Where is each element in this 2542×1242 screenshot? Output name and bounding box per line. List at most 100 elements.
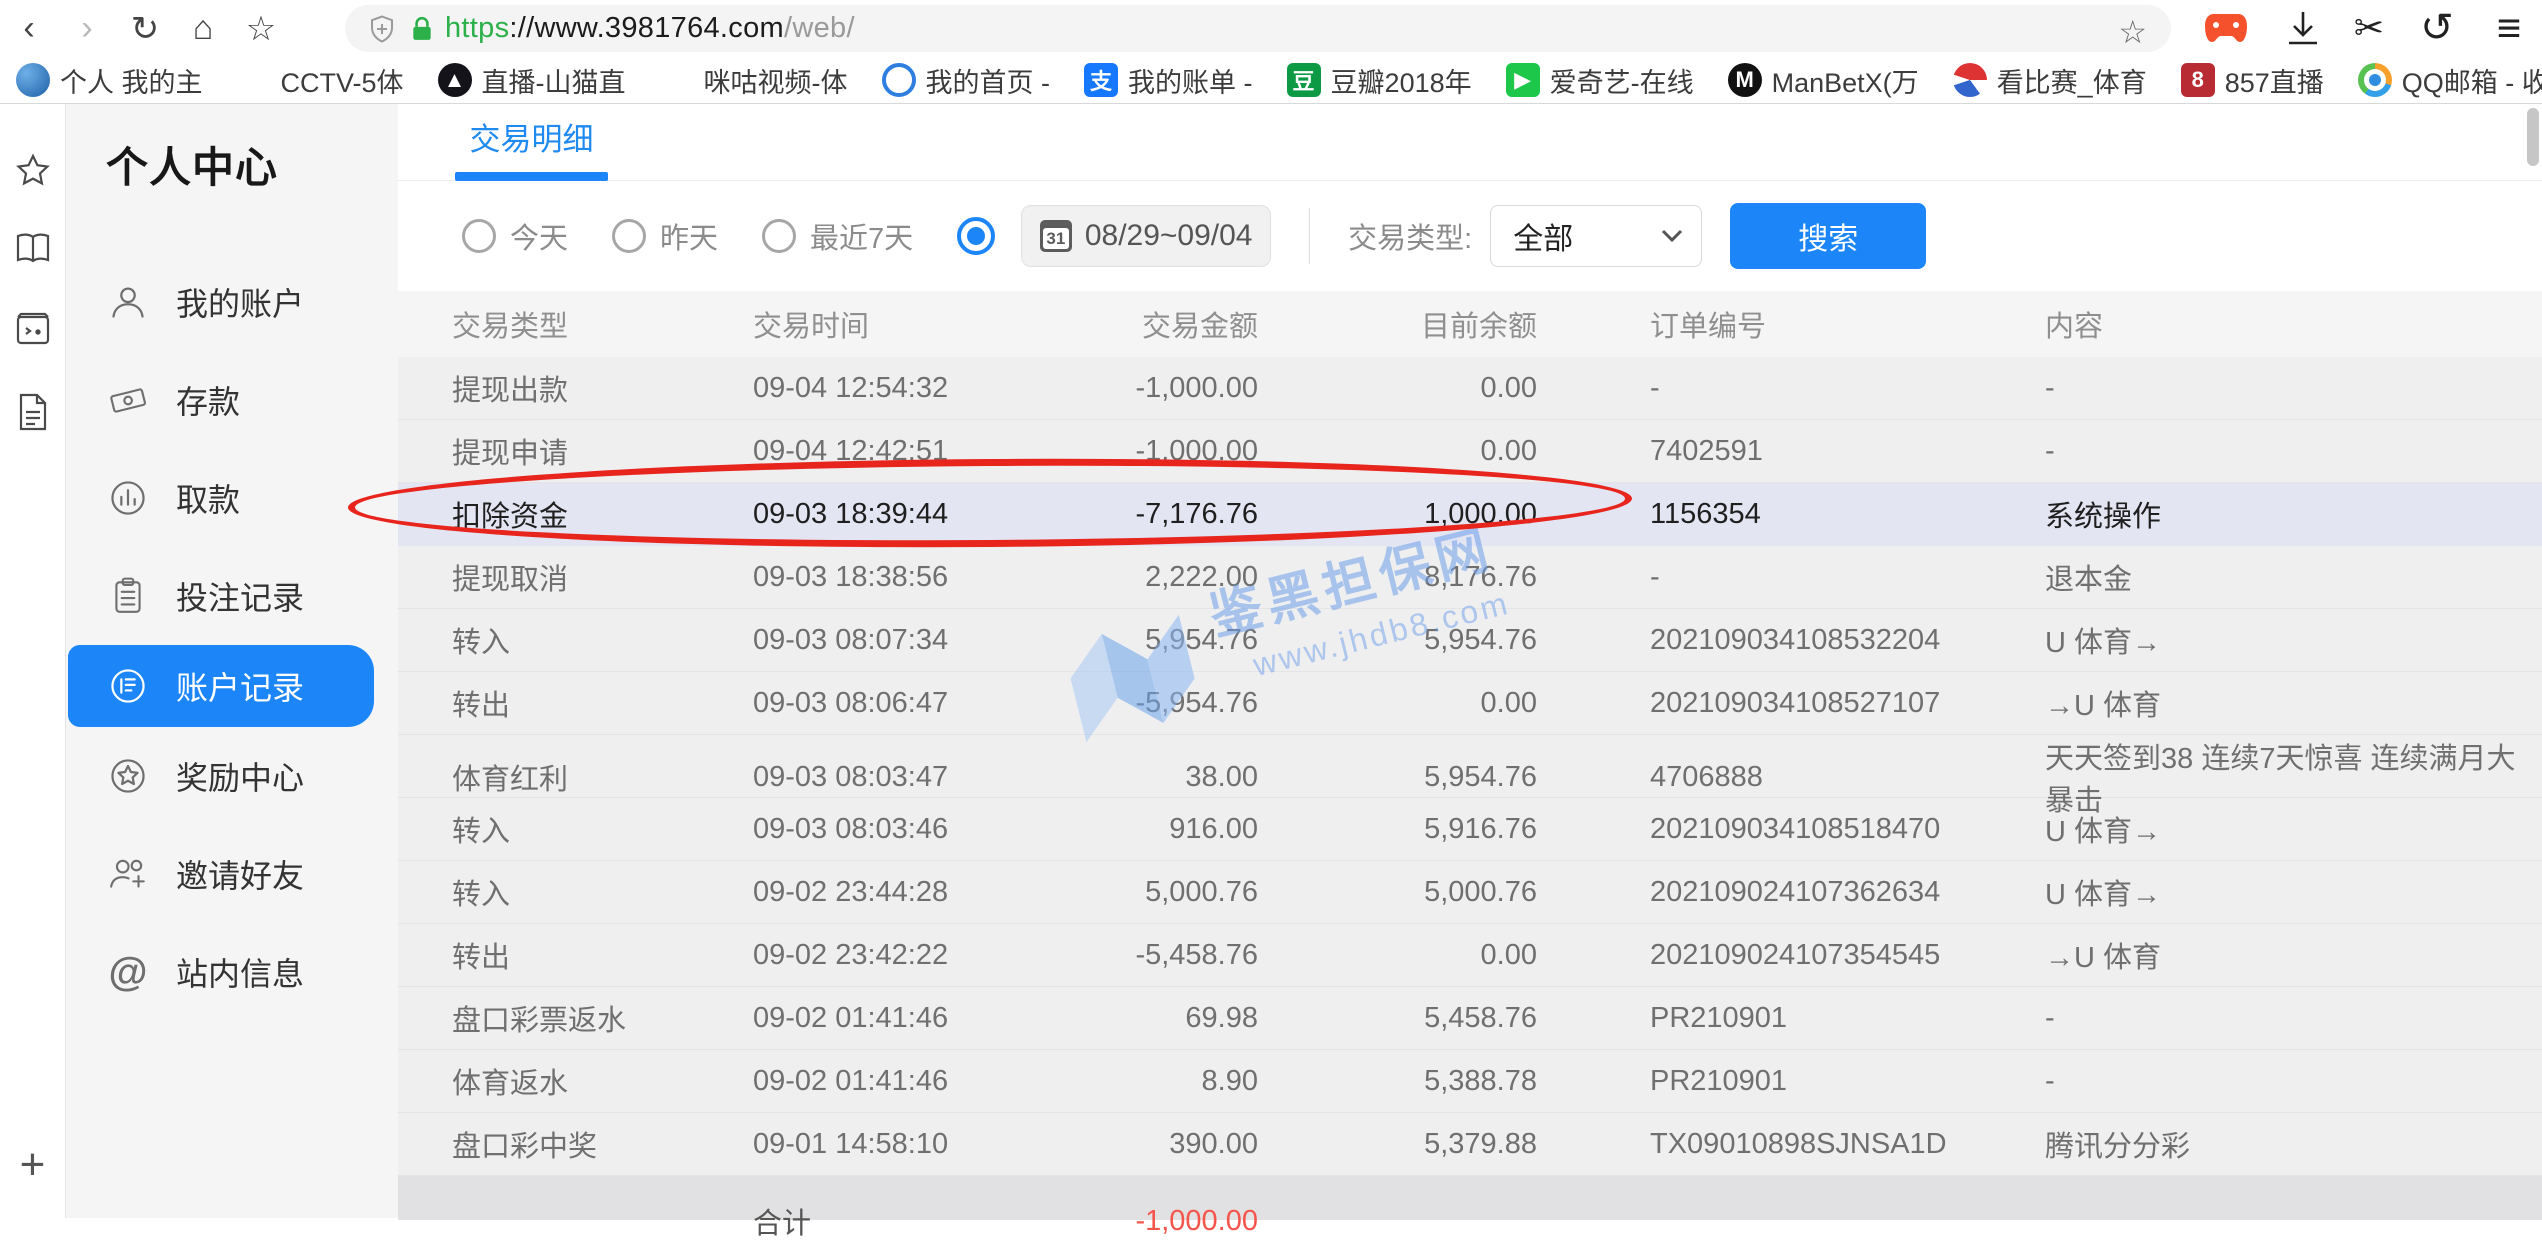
bookmark-item[interactable]: 8857直播	[2181, 61, 2324, 100]
table-row[interactable]: 转入 09-03 08:07:34 5,954.76 5,954.76 2021…	[398, 609, 2542, 672]
transactions-table: 交易类型 交易时间 交易金额 目前余额 订单编号 内容 提现出款 09-04 1…	[398, 291, 2542, 1218]
cell-order-no: 202109034108527107	[1537, 687, 2045, 720]
cell-content: 腾讯分分彩	[2045, 1123, 2542, 1165]
bookmark-item[interactable]: QQ邮箱 - 收	[2358, 61, 2542, 100]
radio-yesterday-label[interactable]: 昨天	[660, 215, 718, 257]
bookmark-item[interactable]: M咪咕视频-体	[660, 61, 848, 100]
table-row[interactable]: 转入 09-03 08:03:46 916.00 5,916.76 202109…	[398, 798, 2542, 861]
withdraw-chart-icon	[108, 478, 148, 518]
table-row[interactable]: 扣除资金 09-03 18:39:44 -7,176.76 1,000.00 1…	[398, 483, 2542, 546]
address-bar[interactable]: https://www.3981764.com/web/ ☆	[345, 5, 2171, 52]
bookmark-favicon	[882, 63, 916, 97]
add-tab-plus-icon[interactable]: +	[20, 1140, 46, 1190]
banknote-icon	[108, 380, 148, 420]
date-range-picker[interactable]: 08/29~09/04	[1021, 205, 1271, 267]
table-row[interactable]: 转出 09-02 23:42:22 -5,458.76 0.00 2021090…	[398, 924, 2542, 987]
tab-transaction-details[interactable]: 交易明细	[455, 114, 608, 159]
notes-document-icon[interactable]	[16, 392, 50, 432]
cell-amount: 390.00	[1038, 1128, 1258, 1161]
table-row[interactable]: 提现申请 09-04 12:42:51 -1,000.00 0.00 74025…	[398, 420, 2542, 483]
cell-time: 09-03 08:03:47	[753, 761, 1038, 794]
bookmark-star-icon[interactable]: ☆	[232, 9, 290, 49]
menu-icon[interactable]: ≡	[2478, 7, 2540, 49]
radio-last7days[interactable]	[762, 219, 796, 253]
cell-type: 体育返水	[452, 1060, 753, 1102]
invite-person-plus-icon	[108, 854, 148, 894]
undo-icon[interactable]: ↺	[2406, 7, 2468, 49]
favorites-star-icon[interactable]	[14, 152, 52, 190]
table-row[interactable]: 体育返水 09-02 01:41:46 8.90 5,388.78 PR2109…	[398, 1050, 2542, 1113]
sidebar-item-site-messages[interactable]: @ 站内信息	[66, 923, 398, 1021]
cell-time: 09-03 18:39:44	[753, 498, 1038, 531]
cell-order-no: -	[1537, 561, 2045, 594]
cell-amount: 5,954.76	[1038, 624, 1258, 657]
account-records-icon	[108, 666, 148, 706]
cell-order-no: 4706888	[1537, 761, 2045, 794]
bookmark-item[interactable]: 看比赛_体育	[1953, 61, 2147, 100]
table-row[interactable]: 体育红利 09-03 08:03:47 38.00 5,954.76 47068…	[398, 735, 2542, 798]
cell-type: 提现申请	[452, 430, 753, 472]
search-button[interactable]: 搜索	[1730, 203, 1926, 269]
cell-amount: 8.90	[1038, 1065, 1258, 1098]
bookmark-item[interactable]: MManBetX(万	[1728, 61, 1919, 100]
home-icon[interactable]: ⌂	[174, 9, 232, 48]
forward-icon[interactable]: ›	[58, 9, 116, 48]
radio-last7days-label[interactable]: 最近7天	[810, 215, 913, 257]
sticker-panel-icon[interactable]	[14, 310, 52, 348]
radio-today[interactable]	[462, 219, 496, 253]
table-body: 提现出款 09-04 12:54:32 -1,000.00 0.00 - - 提…	[398, 357, 2542, 1176]
bookmark-item[interactable]: ▲直播-山猫直	[438, 61, 626, 100]
cell-order-no: -	[1537, 372, 2045, 405]
sidebar-menu: 我的账户 存款 取款 投注记录 账户记录 奖励中心	[66, 253, 398, 1021]
sidebar-item-deposit[interactable]: 存款	[66, 351, 398, 449]
cell-content: 系统操作	[2045, 493, 2542, 535]
cell-balance: 8,176.76	[1258, 561, 1537, 594]
radio-today-label[interactable]: 今天	[510, 215, 568, 257]
favorite-star-icon[interactable]: ☆	[2118, 13, 2147, 51]
cell-type: 提现取消	[452, 556, 753, 598]
bookmark-item[interactable]: 我的首页 -	[882, 61, 1051, 100]
app-sidebar: 个人中心 我的账户 存款 取款 投注记录 账户记录	[66, 104, 398, 1218]
col-header: 订单编号	[1537, 303, 2045, 345]
chevron-down-icon	[1661, 229, 1683, 243]
download-icon[interactable]	[2272, 7, 2334, 49]
cell-time: 09-03 08:07:34	[753, 624, 1038, 657]
bookmark-favicon	[16, 63, 50, 97]
table-row[interactable]: 转入 09-02 23:44:28 5,000.76 5,000.76 2021…	[398, 861, 2542, 924]
games-extension-icon[interactable]	[2195, 7, 2257, 49]
cell-time: 09-03 08:06:47	[753, 687, 1038, 720]
table-row[interactable]: 提现出款 09-04 12:54:32 -1,000.00 0.00 - -	[398, 357, 2542, 420]
bookmark-item[interactable]: 豆豆瓣2018年	[1287, 61, 1472, 100]
reading-list-book-icon[interactable]	[13, 232, 53, 266]
https-lock-icon	[411, 16, 433, 42]
sidebar-item-reward-center[interactable]: 奖励中心	[66, 727, 398, 825]
sidebar-item-account-records[interactable]: 账户记录	[68, 645, 374, 727]
radio-custom-range-selected[interactable]	[957, 217, 995, 255]
url-text[interactable]: https://www.3981764.com/web/	[445, 12, 855, 45]
transaction-type-select[interactable]: 全部	[1490, 205, 1702, 267]
sidebar-item-withdraw[interactable]: 取款	[66, 449, 398, 547]
table-row[interactable]: 盘口彩票返水 09-02 01:41:46 69.98 5,458.76 PR2…	[398, 987, 2542, 1050]
cell-balance: 1,000.00	[1258, 498, 1537, 531]
shield-permissions-icon[interactable]	[367, 14, 397, 44]
radio-yesterday[interactable]	[612, 219, 646, 253]
table-row[interactable]: 提现取消 09-03 18:38:56 2,222.00 8,176.76 - …	[398, 546, 2542, 609]
screenshot-scissors-icon[interactable]: ✂	[2338, 7, 2400, 49]
back-icon[interactable]: ‹	[0, 9, 58, 48]
bookmark-item[interactable]: 支我的账单 -	[1084, 61, 1253, 100]
cell-balance: 0.00	[1258, 939, 1537, 972]
table-footer-row: 合计 -1,000.00	[398, 1176, 2542, 1220]
sidebar-item-bet-records[interactable]: 投注记录	[66, 547, 398, 645]
cell-content: →U 体育	[2045, 934, 2542, 976]
reload-icon[interactable]: ↻	[116, 9, 174, 49]
bookmark-item[interactable]: ▶爱奇艺-在线	[1506, 61, 1694, 100]
bookmark-item[interactable]: 个人 我的主	[16, 61, 203, 100]
sidebar-item-my-account[interactable]: 我的账户	[66, 253, 398, 351]
cell-time: 09-01 14:58:10	[753, 1128, 1038, 1161]
table-row[interactable]: 转出 09-03 08:06:47 -5,954.76 0.00 2021090…	[398, 672, 2542, 735]
scrollbar-thumb[interactable]	[2527, 108, 2539, 166]
sidebar-item-invite-friends[interactable]: 邀请好友	[66, 825, 398, 923]
col-header: 目前余额	[1258, 303, 1537, 345]
bookmark-item[interactable]: CCCTV-5体	[237, 61, 404, 100]
table-row[interactable]: 盘口彩中奖 09-01 14:58:10 390.00 5,379.88 TX0…	[398, 1113, 2542, 1176]
